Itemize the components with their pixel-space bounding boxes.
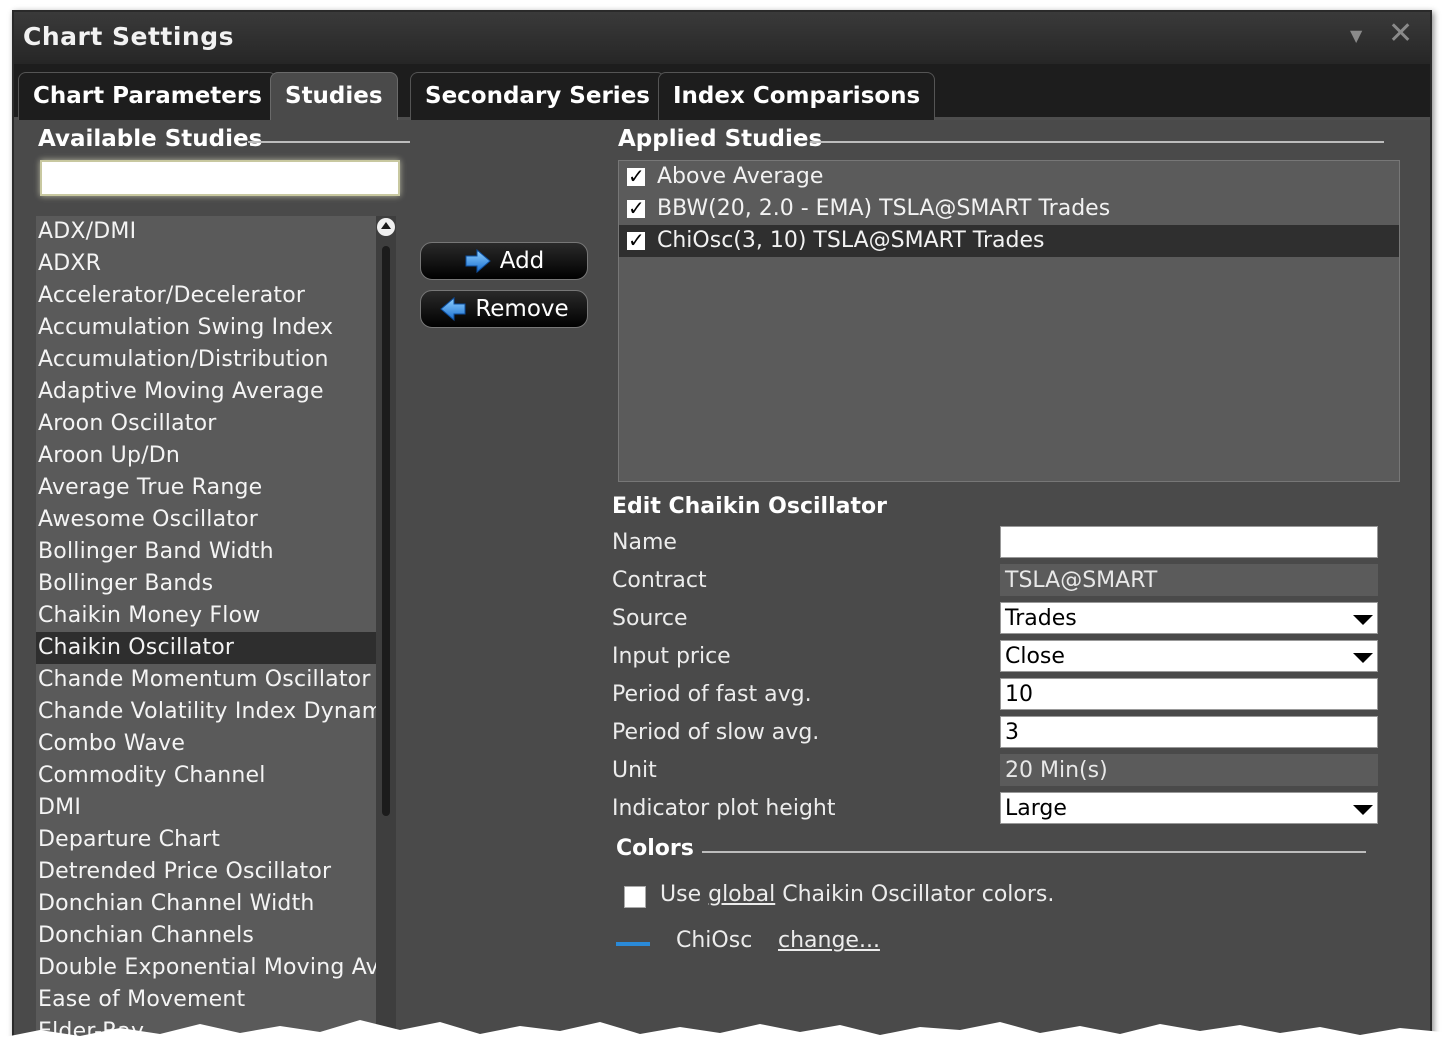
tab-index-comparisons[interactable]: Index Comparisons	[658, 72, 936, 120]
study-search-input[interactable]	[40, 160, 400, 196]
title-bar[interactable]: Chart Settings ▼ ✕	[14, 12, 1430, 64]
arrow-right-icon	[465, 248, 491, 274]
window-menu-icon[interactable]: ▼	[1350, 26, 1362, 45]
applied-study-checkbox[interactable]	[627, 224, 645, 256]
divider	[702, 851, 1366, 853]
study-list-item[interactable]: Accumulation/Distribution	[36, 344, 376, 376]
contract-label: Contract	[612, 568, 707, 593]
study-list-item[interactable]: Chaikin Oscillator	[36, 632, 376, 664]
source-select-value: Trades	[1005, 606, 1077, 631]
contract-value: TSLA@SMART	[1000, 564, 1378, 596]
study-list-item[interactable]: Chande Volatility Index Dynami	[36, 696, 376, 728]
study-list-item[interactable]: Average True Range	[36, 472, 376, 504]
study-list-item[interactable]: Accumulation Swing Index	[36, 312, 376, 344]
applied-study-checkbox[interactable]	[627, 192, 645, 224]
chevron-down-icon	[1353, 805, 1373, 815]
edit-study-title: Edit Chaikin Oscillator	[612, 494, 887, 519]
study-list-item[interactable]: Bollinger Bands	[36, 568, 376, 600]
study-list-item[interactable]: Ease of Movement	[36, 984, 376, 1016]
study-list-item[interactable]: Aroon Up/Dn	[36, 440, 376, 472]
applied-study-row[interactable]: BBW(20, 2.0 - EMA) TSLA@SMART Trades	[619, 192, 1399, 225]
colors-heading: Colors	[616, 836, 694, 861]
use-global-colors-text: Use global Chaikin Oscillator colors.	[660, 882, 1054, 907]
study-list-item[interactable]: Detrended Price Oscillator	[36, 856, 376, 888]
fast-avg-field[interactable]: 10	[1000, 678, 1378, 710]
unit-value: 20 Min(s)	[1000, 754, 1378, 786]
plot-height-select-value: Large	[1005, 796, 1067, 821]
study-list-item[interactable]: Bollinger Band Width	[36, 536, 376, 568]
name-field[interactable]	[1000, 526, 1378, 558]
tab-studies[interactable]: Studies	[270, 72, 398, 120]
applied-study-label: BBW(20, 2.0 - EMA) TSLA@SMART Trades	[657, 196, 1111, 221]
plot-height-select[interactable]: Large	[1000, 792, 1378, 824]
available-studies-heading: Available Studies	[38, 126, 263, 152]
applied-studies-heading: Applied Studies	[618, 126, 823, 152]
close-icon[interactable]: ✕	[1388, 16, 1413, 51]
study-list-item[interactable]: Departure Chart	[36, 824, 376, 856]
study-list-item[interactable]: ADXR	[36, 248, 376, 280]
study-list-item[interactable]: ADX/DMI	[36, 216, 376, 248]
study-list-item[interactable]: Donchian Channel Width	[36, 888, 376, 920]
study-list-item[interactable]: Chande Momentum Oscillator	[36, 664, 376, 696]
tab-secondary-series[interactable]: Secondary Series	[410, 72, 665, 120]
study-list-item[interactable]: Aroon Oscillator	[36, 408, 376, 440]
use-global-colors-checkbox[interactable]	[624, 886, 646, 908]
source-label: Source	[612, 606, 688, 631]
study-list-item[interactable]: Chaikin Money Flow	[36, 600, 376, 632]
chiosc-color-swatch	[616, 942, 650, 946]
window-title: Chart Settings	[23, 22, 235, 51]
study-list-item[interactable]: Adaptive Moving Average	[36, 376, 376, 408]
study-list-item[interactable]: DMI	[36, 792, 376, 824]
plot-height-label: Indicator plot height	[612, 796, 836, 821]
applied-study-checkbox[interactable]	[627, 160, 645, 192]
study-list-item[interactable]: Combo Wave	[36, 728, 376, 760]
study-list-item[interactable]: Donchian Channels	[36, 920, 376, 952]
input-price-label: Input price	[612, 644, 731, 669]
fast-avg-label: Period of fast avg.	[612, 682, 812, 707]
tab-bar: Chart Parameters Studies Secondary Serie…	[14, 64, 1430, 120]
arrow-left-icon	[440, 296, 466, 322]
slow-avg-field[interactable]: 3	[1000, 716, 1378, 748]
available-studies-list[interactable]: ADX/DMI ADXR Accelerator/Decelerator Accumu…	[36, 216, 376, 1055]
available-studies-scrollbar[interactable]	[376, 216, 396, 1055]
unit-label: Unit	[612, 758, 657, 783]
chart-settings-window: Chart Settings ▼ ✕ Chart Parameters Stud…	[12, 10, 1432, 1057]
study-list-item[interactable]: Double Exponential Moving Avg	[36, 952, 376, 984]
applied-study-row[interactable]: Above Average	[619, 160, 1399, 193]
remove-button-label: Remove	[475, 296, 569, 322]
use-global-prefix: Use	[660, 882, 702, 907]
source-select[interactable]: Trades	[1000, 602, 1378, 634]
scroll-up-icon[interactable]	[377, 218, 395, 236]
study-list-item[interactable]: Commodity Channel	[36, 760, 376, 792]
tab-chart-parameters[interactable]: Chart Parameters	[18, 72, 277, 120]
chevron-down-icon	[1353, 615, 1373, 625]
remove-button[interactable]: Remove	[420, 290, 588, 328]
divider	[248, 141, 410, 143]
scroll-thumb[interactable]	[382, 246, 390, 816]
study-list-item[interactable]: Elder-Ray	[36, 1016, 376, 1048]
applied-study-row[interactable]: ChiOsc(3, 10) TSLA@SMART Trades	[619, 224, 1399, 257]
add-button-label: Add	[499, 248, 545, 274]
applied-study-label: ChiOsc(3, 10) TSLA@SMART Trades	[657, 228, 1045, 253]
slow-avg-label: Period of slow avg.	[612, 720, 820, 745]
change-color-link[interactable]: change...	[778, 928, 880, 953]
study-list-item[interactable]: Awesome Oscillator	[36, 504, 376, 536]
add-button[interactable]: Add	[420, 242, 588, 280]
input-price-select-value: Close	[1005, 644, 1065, 669]
applied-study-label: Above Average	[657, 164, 824, 189]
divider	[810, 141, 1384, 143]
global-colors-link[interactable]: global	[708, 882, 775, 907]
input-price-select[interactable]: Close	[1000, 640, 1378, 672]
chevron-down-icon	[1353, 653, 1373, 663]
study-list-item[interactable]: Accelerator/Decelerator	[36, 280, 376, 312]
use-global-suffix: Chaikin Oscillator colors.	[782, 882, 1055, 907]
name-label: Name	[612, 530, 677, 555]
chiosc-series-label: ChiOsc	[676, 928, 753, 953]
applied-studies-list[interactable]: Above Average BBW(20, 2.0 - EMA) TSLA@SMA…	[618, 160, 1400, 482]
